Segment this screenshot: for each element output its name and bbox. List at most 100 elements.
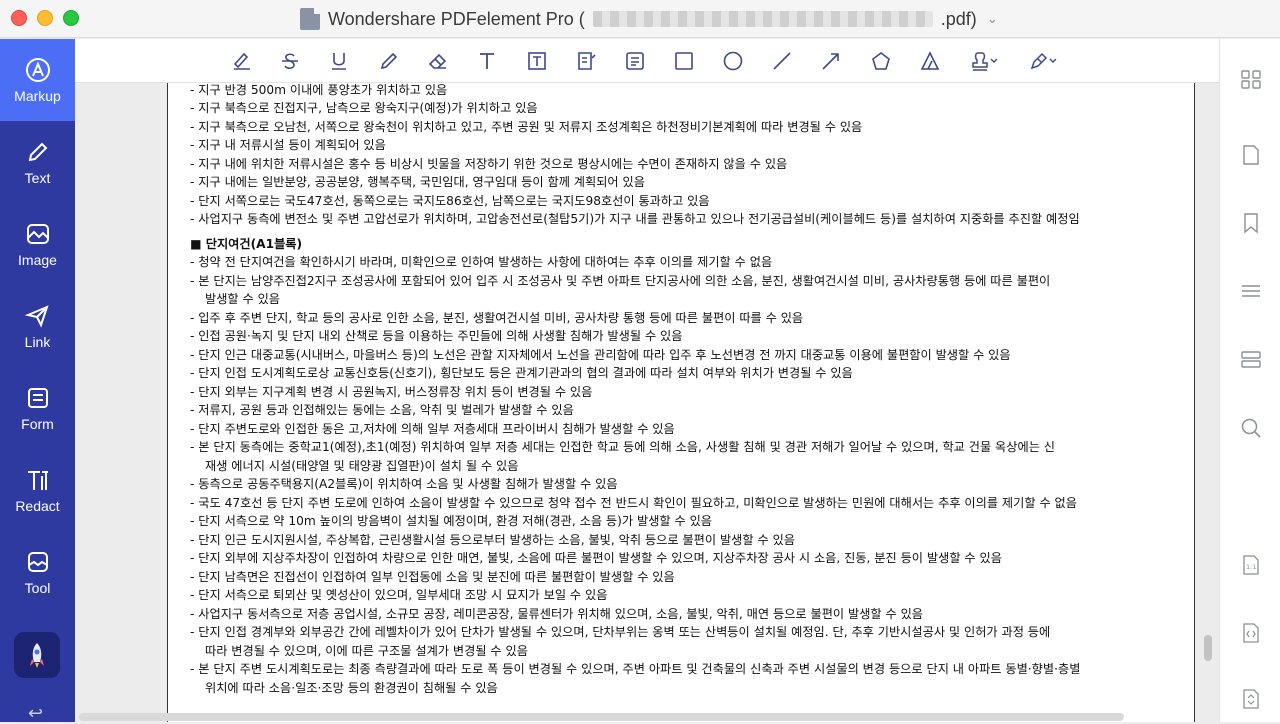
- sidebar-item-label: Tool: [24, 579, 51, 596]
- scroll-icon: [1243, 689, 1259, 709]
- sidebar-item-markup[interactable]: Markup: [0, 39, 75, 121]
- bookmark-button[interactable]: [1239, 211, 1263, 235]
- line-tool[interactable]: [769, 48, 795, 74]
- thumbnails-button[interactable]: [1239, 67, 1263, 91]
- textbox-tool[interactable]: [524, 48, 550, 74]
- sidebar-item-redact[interactable]: Redact: [0, 449, 75, 531]
- outline-button[interactable]: [1239, 279, 1263, 303]
- stamp-tool[interactable]: [968, 48, 1002, 74]
- strikethrough-tool[interactable]: [277, 48, 303, 74]
- page-text-body[interactable]: - 지구 서쪽으로 외곽선 및 옛공간, 녹지축으로 연결선이 위치하고 있음-…: [190, 83, 1188, 697]
- text-line: - 인접 공원·녹지 및 단지 내외 산책로 등을 이용하는 주민들에 의해 사…: [190, 329, 683, 343]
- layers-icon: [1241, 351, 1261, 368]
- polygon-tool[interactable]: [868, 48, 894, 74]
- text-line: - 동측으로 공동주택용지(A2블록)이 위치하여 소음 및 사생활 침해가 발…: [190, 477, 618, 491]
- area-tool[interactable]: [917, 48, 943, 74]
- pencil-icon: [28, 142, 47, 161]
- sidebar-item-form[interactable]: Form: [0, 367, 75, 449]
- text-line: - 본 단지는 남양주진접2지구 조성공사에 포함되어 있어 입주 시 조성공사…: [190, 273, 1051, 288]
- text-line: 따라 변경될 수 있으며, 이에 따른 구조물 설계가 변경될 수 있음: [205, 643, 528, 658]
- text-line: - 단지 인근 도시지원시설, 주상복합, 근린생활시설 등으로부터 발생하는 …: [190, 532, 795, 547]
- arrow-tool[interactable]: [818, 48, 844, 74]
- text-line: - 단지 인근 대중교통(시내버스, 마을버스 등)의 노선은 관할 지자체에서…: [190, 347, 1011, 362]
- scroll-button[interactable]: [1239, 687, 1263, 711]
- text-line: 위치에 따라 소음·일조·조망 등의 환경권이 침해될 수 있음: [205, 680, 498, 695]
- sidebar-item-label: Markup: [14, 87, 61, 104]
- rocket-app-icon[interactable]: [14, 632, 60, 678]
- redact-icon: [27, 470, 48, 490]
- minimize-window-button[interactable]: [37, 10, 53, 26]
- page-icon: [1243, 145, 1259, 165]
- note-tool[interactable]: [622, 48, 648, 74]
- page-button[interactable]: [1239, 143, 1263, 167]
- maximize-window-button[interactable]: [63, 10, 79, 26]
- text-line: - 단지 주변도로와 인접한 동은 고,저차에 의해 일부 저층세대 프라이버시…: [190, 421, 675, 436]
- svg-text:1:1: 1:1: [1246, 563, 1256, 571]
- outline-icon: [1242, 285, 1260, 297]
- thumbnails-icon: [1241, 70, 1261, 89]
- right-panel: 1:1: [1219, 39, 1280, 722]
- sidebar-item-image[interactable]: Image: [0, 203, 75, 285]
- close-window-button[interactable]: [11, 10, 27, 26]
- document-workspace[interactable]: - 지구 서쪽으로 외곽선 및 옛공간, 녹지축으로 연결선이 위치하고 있음-…: [75, 83, 1219, 722]
- text-line: - 지구 반경 500m 이내에 풍양초가 위치하고 있음: [190, 83, 448, 97]
- sidebar-item-tool[interactable]: Tool: [0, 531, 75, 613]
- image-icon: [26, 223, 49, 244]
- layers-button[interactable]: [1239, 347, 1263, 371]
- circle-tool[interactable]: [720, 48, 746, 74]
- text-line: - 단지 서쪽으로는 국도47호선, 동쪽으로는 국지도86호선, 남쪽으로는 …: [190, 193, 710, 208]
- callout-tool[interactable]: [573, 48, 599, 74]
- eraser-tool[interactable]: [425, 48, 451, 74]
- redacted-file-name: [592, 11, 933, 27]
- chevron-down-icon[interactable]: ⌄: [987, 11, 998, 27]
- text-line: - 사업지구 동측에 변전소 및 주변 고압선로가 위치하며, 고압송전선로(철…: [190, 212, 1080, 226]
- form-icon: [27, 387, 48, 408]
- line-icon: [773, 52, 791, 70]
- highlight-tool[interactable]: [229, 48, 255, 74]
- pencil-icon: [380, 52, 398, 70]
- signature-icon: [1030, 52, 1057, 70]
- tool-icon: [27, 551, 48, 572]
- text-line: - 단지 인접 도시계획도로상 교통신호등(신호기), 횡단보도 등은 관계기관…: [190, 366, 853, 380]
- note-icon: [626, 52, 644, 70]
- text-line: - 본 단지 주변 도시계획도로는 최종 측량결과에 따라 도로 폭 등이 변경…: [190, 662, 1081, 676]
- link-icon: [24, 304, 49, 328]
- text-icon: [480, 53, 494, 69]
- underline-tool[interactable]: [326, 48, 352, 74]
- text-line: 재생 에너지 시설(태양열 및 태양광 집열판)이 설치 될 수 있음: [205, 458, 519, 473]
- text-line: - 단지 남측면은 진접선이 인접하여 일부 인접동에 소음 및 분진에 따른 …: [190, 569, 675, 584]
- text-line: - 본 단지 동측에는 중학교1(예정),초1(예정) 위치하여 일부 저층 세…: [190, 440, 1055, 454]
- polygon-icon: [872, 52, 890, 70]
- bookmark-icon: [1244, 213, 1258, 234]
- text-tool[interactable]: [474, 48, 500, 74]
- window-title: Wondershare PDFelement Pro ( .pdf) ⌄: [300, 7, 998, 31]
- text-line: - 단지 서측으로 퇴뫼산 및 옛성산이 있으며, 일부세대 조망 시 묘지가 …: [190, 588, 608, 602]
- code-icon: [1243, 623, 1259, 643]
- markup-toolbar: [75, 39, 1219, 83]
- text-line: - 청약 전 단지여건을 확인하시기 바라며, 미확인으로 인하여 발생하는 사…: [190, 255, 773, 269]
- page-fit-button[interactable]: 1:1: [1239, 553, 1263, 577]
- file-suffix: .pdf): [940, 8, 977, 29]
- search-button[interactable]: [1239, 416, 1263, 440]
- pdf-page[interactable]: - 지구 서쪽으로 외곽선 및 옛공간, 녹지축으로 연결선이 위치하고 있음-…: [167, 83, 1195, 722]
- left-sidebar: Markup Text Image Link Form Redact Tool …: [0, 39, 75, 724]
- pencil-tool[interactable]: [376, 48, 402, 74]
- sidebar-item-link[interactable]: Link: [0, 285, 75, 367]
- code-button[interactable]: [1239, 621, 1263, 645]
- rectangle-tool[interactable]: [671, 48, 697, 74]
- text-line: - 지구 내에 위치한 저류시설은 홍수 등 비상시 빗물을 저장하기 위한 것…: [190, 156, 788, 171]
- markup-icon: [25, 57, 50, 82]
- sidebar-item-text[interactable]: Text: [0, 121, 75, 203]
- text-line: - 지구 내에는 일반분양, 공공분양, 행복주택, 국민임대, 영구임대 등이…: [190, 175, 645, 189]
- text-line: - 지구 내 저류시설 등이 계획되어 있음: [190, 138, 386, 152]
- underline-icon: [332, 53, 346, 70]
- signature-tool[interactable]: [1027, 48, 1061, 74]
- callout-icon: [578, 52, 596, 70]
- text-line: - 지구 북측으로 오남천, 서쪽으로 왕숙천이 위치하고 있고, 주변 공원 …: [190, 119, 863, 134]
- stamp-icon: [972, 52, 998, 71]
- back-icon[interactable]: ↩: [28, 703, 43, 724]
- arrow-icon: [822, 53, 839, 70]
- vertical-scrollbar-thumb[interactable]: [1204, 635, 1212, 661]
- text-line: - 입주 후 주변 단지, 학교 등의 공사로 인한 소음, 분진, 생활여건시…: [190, 310, 804, 325]
- horizontal-scrollbar[interactable]: [79, 713, 1124, 721]
